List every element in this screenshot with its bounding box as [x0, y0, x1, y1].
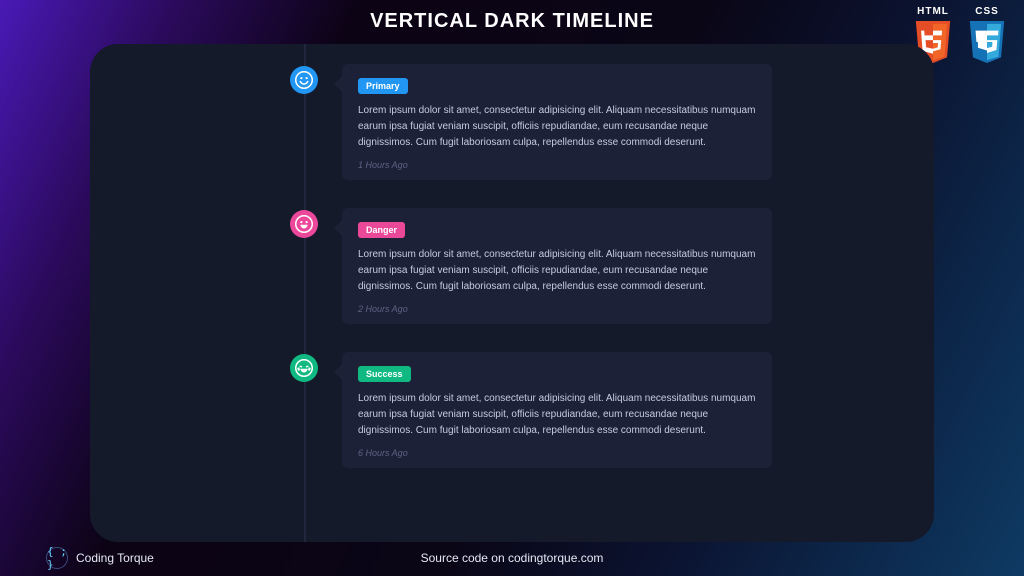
grin-icon [290, 210, 318, 238]
brand-logo-icon: { ; } [46, 547, 68, 569]
html-label: HTML [917, 6, 949, 17]
status-badge: Success [358, 366, 411, 382]
css3-badge: CSS [964, 6, 1010, 67]
timeline-time: 2 Hours Ago [358, 304, 756, 314]
brand-name: Coding Torque [76, 551, 154, 565]
css-label: CSS [975, 6, 999, 17]
timeline-body: Lorem ipsum dolor sit amet, consectetur … [358, 391, 756, 439]
timeline-card: Danger Lorem ipsum dolor sit amet, conse… [342, 208, 772, 324]
footer-brand[interactable]: { ; } Coding Torque [46, 547, 154, 569]
footer-source-link[interactable]: Source code on codingtorque.com [421, 551, 604, 565]
timeline-panel: Primary Lorem ipsum dolor sit amet, cons… [90, 44, 934, 542]
timeline-card: Primary Lorem ipsum dolor sit amet, cons… [342, 64, 772, 180]
timeline-item: Primary Lorem ipsum dolor sit amet, cons… [290, 64, 934, 180]
status-badge: Danger [358, 222, 405, 238]
timeline-card: Success Lorem ipsum dolor sit amet, cons… [342, 352, 772, 468]
timeline-time: 6 Hours Ago [358, 448, 756, 458]
css3-icon [966, 19, 1008, 67]
laugh-icon [290, 354, 318, 382]
timeline-time: 1 Hours Ago [358, 160, 756, 170]
timeline-item: Success Lorem ipsum dolor sit amet, cons… [290, 352, 934, 468]
smile-icon [290, 66, 318, 94]
timeline-item: Danger Lorem ipsum dolor sit amet, conse… [290, 208, 934, 324]
timeline-body: Lorem ipsum dolor sit amet, consectetur … [358, 103, 756, 151]
page-title: VERTICAL DARK TIMELINE [0, 0, 1024, 33]
footer: { ; } Coding Torque Source code on codin… [0, 546, 1024, 570]
timeline-body: Lorem ipsum dolor sit amet, consectetur … [358, 247, 756, 295]
timeline: Primary Lorem ipsum dolor sit amet, cons… [290, 44, 934, 542]
status-badge: Primary [358, 78, 408, 94]
